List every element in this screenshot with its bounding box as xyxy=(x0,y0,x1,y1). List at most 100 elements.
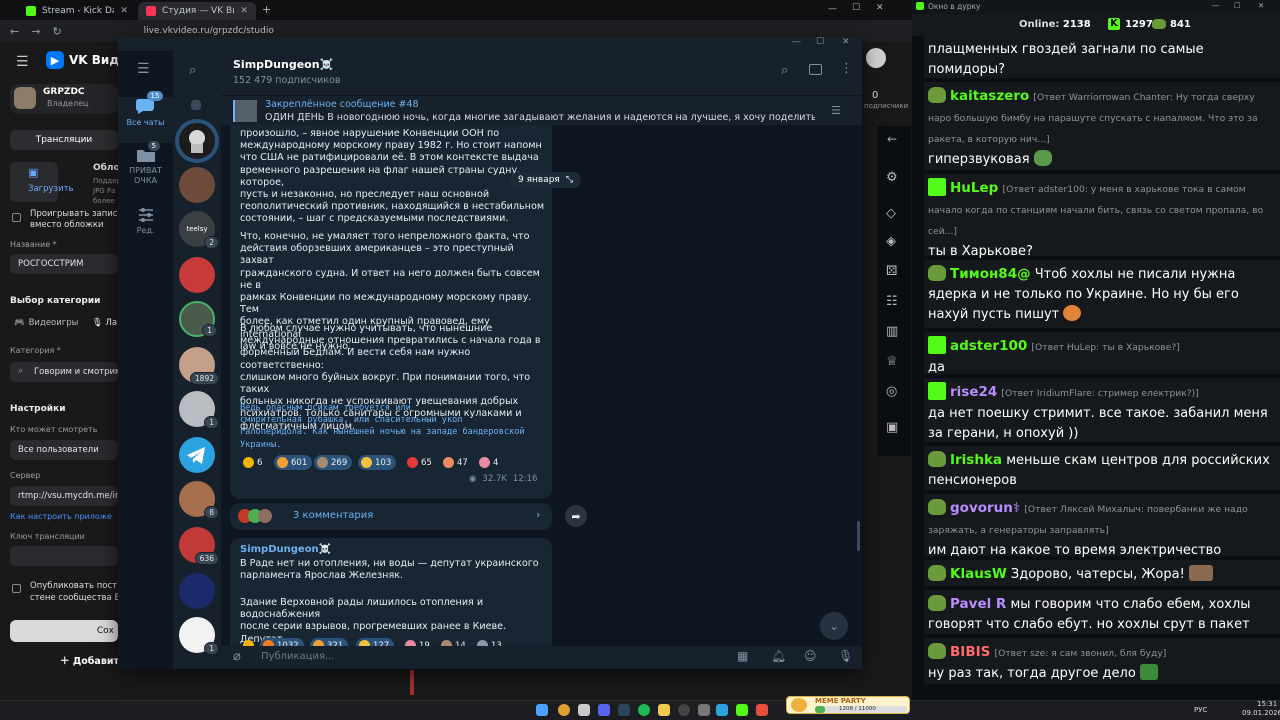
kick-icon[interactable] xyxy=(736,704,748,716)
chat-bubble-icon[interactable]: ◎ xyxy=(886,384,897,399)
folder-all-chats[interactable]: 15 Все чаты xyxy=(118,91,173,143)
explorer-icon[interactable] xyxy=(658,704,670,716)
start-icon[interactable] xyxy=(536,704,548,716)
chat-avatar[interactable]: teelsy 2 xyxy=(179,211,219,249)
save-button[interactable]: Сох xyxy=(10,620,118,642)
language-indicator[interactable]: РУС xyxy=(1194,706,1207,714)
reaction-thumbs-up[interactable]: 127 xyxy=(356,638,395,646)
reaction-star[interactable] xyxy=(240,638,262,646)
scroll-down-button[interactable]: ⌄ xyxy=(820,612,848,640)
chrome-icon[interactable] xyxy=(558,704,570,716)
steam-icon[interactable] xyxy=(618,704,630,716)
reaction-doc[interactable]: 13 xyxy=(474,638,507,646)
tab-games[interactable]: 🎮 Видеоигры xyxy=(14,318,78,328)
tab-broadcasts[interactable]: Трансляции xyxy=(10,130,118,150)
menu-icon[interactable]: ☰ xyxy=(16,54,29,70)
username[interactable]: Pavel R xyxy=(950,596,1006,612)
setup-link[interactable]: Как настроить приложе xyxy=(10,512,112,521)
chat-avatar-telegram[interactable] xyxy=(179,437,215,473)
reaction-heart[interactable]: 65 xyxy=(404,455,437,470)
close-window-button[interactable]: ✕ xyxy=(1258,1,1264,10)
chat-avatar[interactable] xyxy=(179,573,215,609)
chart-icon[interactable]: ▥ xyxy=(886,324,898,339)
close-tab-icon[interactable]: ✕ xyxy=(120,6,128,16)
maximize-button[interactable]: ☐ xyxy=(816,37,824,47)
diamond-icon[interactable]: ◈ xyxy=(886,234,896,249)
tab-life[interactable]: 🎙 Ла xyxy=(92,318,117,328)
scrollbar[interactable] xyxy=(857,521,860,551)
obs-icon[interactable] xyxy=(578,704,590,716)
chat-avatar[interactable]: 636 xyxy=(179,527,219,565)
reaction-laugh[interactable]: 321 xyxy=(310,638,349,646)
close-window-button[interactable]: ✕ xyxy=(876,3,884,13)
discord-icon[interactable] xyxy=(598,704,610,716)
back-icon[interactable]: ← xyxy=(887,132,897,146)
stream-key-field[interactable] xyxy=(10,546,118,566)
gem-icon[interactable]: ◇ xyxy=(886,206,896,221)
play-record-checkbox[interactable] xyxy=(12,213,21,222)
folder-edit[interactable]: Ред. xyxy=(118,207,173,247)
chat-avatar[interactable] xyxy=(179,167,215,203)
meme-party-widget[interactable]: MEME PARTY 1208 / 11000 xyxy=(786,696,910,714)
sidebar-toggle-icon[interactable] xyxy=(809,64,822,75)
clip-icon[interactable]: ▣ xyxy=(886,420,898,435)
add-button[interactable]: ＋ Добавить xyxy=(60,653,125,667)
reaction-pig[interactable]: 4 xyxy=(476,455,503,470)
reaction-star[interactable]: 6 xyxy=(240,455,267,470)
chat-avatar[interactable] xyxy=(179,257,215,293)
spotify-icon[interactable] xyxy=(638,704,650,716)
chat-avatar[interactable]: 1 xyxy=(179,617,219,655)
username[interactable]: HuLep xyxy=(950,180,998,196)
minimize-button[interactable]: — xyxy=(828,4,837,14)
emoji-icon[interactable]: ☺ xyxy=(804,649,817,663)
reaction-cat[interactable]: 14 xyxy=(438,638,471,646)
who-can-watch-select[interactable]: Все пользователи xyxy=(10,440,118,460)
mic-icon[interactable]: 🎙︎ xyxy=(838,649,853,663)
list-icon[interactable]: ☷ xyxy=(886,294,898,309)
url-text[interactable]: live.vkvideo.ru/grpzdc/studio xyxy=(144,26,274,36)
reaction-fire[interactable]: 1032 xyxy=(260,638,304,646)
user-avatar[interactable] xyxy=(866,48,886,68)
bell-icon[interactable]: 🔔︎ xyxy=(771,649,786,663)
app-icon[interactable] xyxy=(756,704,768,716)
post-author[interactable]: SimpDungeon☠️ xyxy=(240,544,331,555)
clock[interactable]: 15:31 xyxy=(1257,700,1277,709)
channel-title[interactable]: SimpDungeon☠️ xyxy=(233,58,333,71)
username[interactable]: rise24 xyxy=(950,384,997,400)
username[interactable]: BIBIS xyxy=(950,644,990,660)
minimize-button[interactable]: — xyxy=(792,37,801,47)
back-icon[interactable]: ← xyxy=(10,25,19,38)
tab-kick-dashboard[interactable]: Stream - Kick Dashboard ✕ xyxy=(18,2,136,20)
comments-bar[interactable]: 3 комментария › xyxy=(230,502,552,530)
folder-private[interactable]: 5 ПРИВАТ ОЧКА xyxy=(118,141,173,197)
chat-avatar[interactable]: 1 xyxy=(179,301,217,337)
username[interactable]: adster100 xyxy=(950,338,1027,354)
chat-avatar[interactable]: 8 xyxy=(179,481,219,519)
close-window-button[interactable]: ✕ xyxy=(842,37,850,47)
gear-icon[interactable]: ⚙ xyxy=(886,170,898,185)
trophy-icon[interactable]: ♕ xyxy=(886,354,898,369)
close-tab-icon[interactable]: ✕ xyxy=(240,6,248,16)
post-spoiler-text[interactable]: Ведь опасным психам требуется или смирит… xyxy=(240,402,550,451)
chat-avatar-simpdungeon[interactable] xyxy=(179,123,215,159)
username[interactable]: kaitaszero xyxy=(950,88,1029,104)
minimize-button[interactable]: — xyxy=(1212,1,1220,10)
username[interactable]: Irishka xyxy=(950,452,1002,468)
more-icon[interactable]: ⋮ xyxy=(840,61,853,76)
app-icon[interactable] xyxy=(678,704,690,716)
reaction-laugh[interactable]: 601 xyxy=(274,455,313,470)
reload-icon[interactable]: ↻ xyxy=(52,25,61,38)
collapse-icon[interactable]: ⤡ xyxy=(566,175,573,185)
reaction-pig[interactable]: 19 xyxy=(402,638,435,646)
forward-icon[interactable]: → xyxy=(31,25,40,38)
maximize-button[interactable]: ☐ xyxy=(852,3,860,13)
menu-icon[interactable]: ☰ xyxy=(137,61,150,77)
username[interactable]: Тимон84@ xyxy=(950,266,1031,282)
category-field[interactable]: Говорим и смотрим xyxy=(10,362,118,382)
forward-button[interactable]: ➦ xyxy=(565,505,587,527)
dice-icon[interactable]: ⚄ xyxy=(886,264,897,279)
maximize-button[interactable]: ☐ xyxy=(1234,1,1241,10)
reaction-thumbs-up[interactable]: 103 xyxy=(358,455,397,470)
pinned-list-icon[interactable]: ☰ xyxy=(831,104,841,117)
tab-vk-studio[interactable]: Студия — VK Видео Live ✕ xyxy=(138,2,256,20)
